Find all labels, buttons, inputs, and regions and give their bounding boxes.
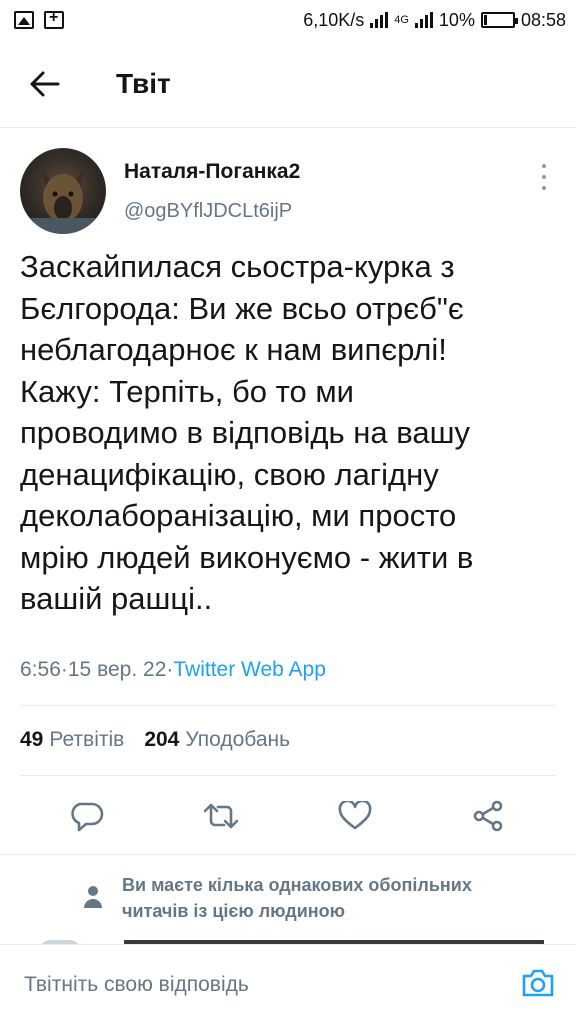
battery-percent: 10% [438, 9, 475, 30]
tweet-text: Заскайпилася сьостра-курка з Бєлгорода: … [20, 249, 474, 616]
mutual-followers-note[interactable]: Ви маєте кілька однакових обопільних чит… [0, 860, 576, 940]
source-app-link[interactable]: Twitter Web App [173, 658, 326, 682]
likes-label: Уподобань [185, 728, 291, 751]
reply-composer [0, 944, 576, 1024]
download-notification-icon [44, 9, 64, 29]
share-icon [473, 800, 503, 832]
tweet-actions [0, 790, 576, 842]
more-options-button[interactable] [536, 164, 552, 190]
camera-icon [522, 969, 554, 997]
tweet-date: 15 вер. 22 [67, 658, 167, 681]
battery-icon [480, 12, 518, 28]
meta-separator: · [60, 658, 68, 681]
retweet-button[interactable] [196, 791, 246, 841]
mutual-followers-text: Ви маєте кілька однакових обопільних чит… [122, 875, 472, 921]
section-divider [0, 854, 576, 855]
signal-icon [370, 12, 389, 28]
likes-stat[interactable]: 204 Уподобань [144, 728, 290, 752]
status-bar: 6,10K/s 4G 10% 08:58 [0, 0, 576, 40]
likes-count: 204 [144, 728, 180, 751]
dot-icon [542, 164, 546, 168]
user-handle[interactable]: @ogBYflJDCLt6ijP [124, 200, 292, 223]
reply-input[interactable] [24, 959, 504, 1010]
retweets-stat[interactable]: 49 Ретвітів [20, 728, 124, 752]
retweets-count: 49 [20, 728, 44, 751]
person-icon [84, 886, 102, 908]
like-icon [338, 801, 372, 830]
display-name[interactable]: Наталя-Поганка2 [124, 160, 300, 184]
share-button[interactable] [464, 791, 514, 841]
divider [20, 775, 556, 776]
tweet-meta: 6:56 · 15 вер. 22 · Twitter Web App [20, 658, 326, 682]
network-type: 4G [394, 14, 409, 26]
back-button[interactable] [0, 40, 90, 128]
network-speed: 6,10K/s [303, 9, 365, 30]
top-app-bar: Твіт [0, 40, 576, 128]
retweets-label: Ретвітів [49, 728, 125, 751]
tweet-detail: Наталя-Поганка2 @ogBYflJDCLt6ijP [0, 128, 576, 240]
camera-button[interactable] [520, 965, 556, 1001]
tweet-time: 6:56 [20, 658, 61, 681]
tweet-author: Наталя-Поганка2 @ogBYflJDCLt6ijP [0, 128, 576, 240]
reply-icon [71, 802, 104, 832]
retweet-icon [203, 803, 239, 829]
page-title: Твіт [116, 67, 171, 99]
reply-button[interactable] [62, 791, 112, 841]
dot-icon [542, 186, 546, 190]
tweet-stats: 49 Ретвітів 204 Уподобань [20, 728, 290, 752]
signal-icon-2 [414, 12, 433, 28]
like-button[interactable] [330, 791, 380, 841]
clock: 08:58 [520, 9, 566, 30]
meta-separator: · [166, 658, 174, 681]
dot-icon [542, 175, 546, 179]
dog-avatar-icon [30, 166, 96, 234]
gallery-notification-icon [14, 11, 34, 29]
divider [20, 705, 556, 706]
avatar[interactable] [20, 148, 106, 234]
arrow-left-icon [30, 71, 60, 96]
battery-fill [483, 15, 487, 25]
